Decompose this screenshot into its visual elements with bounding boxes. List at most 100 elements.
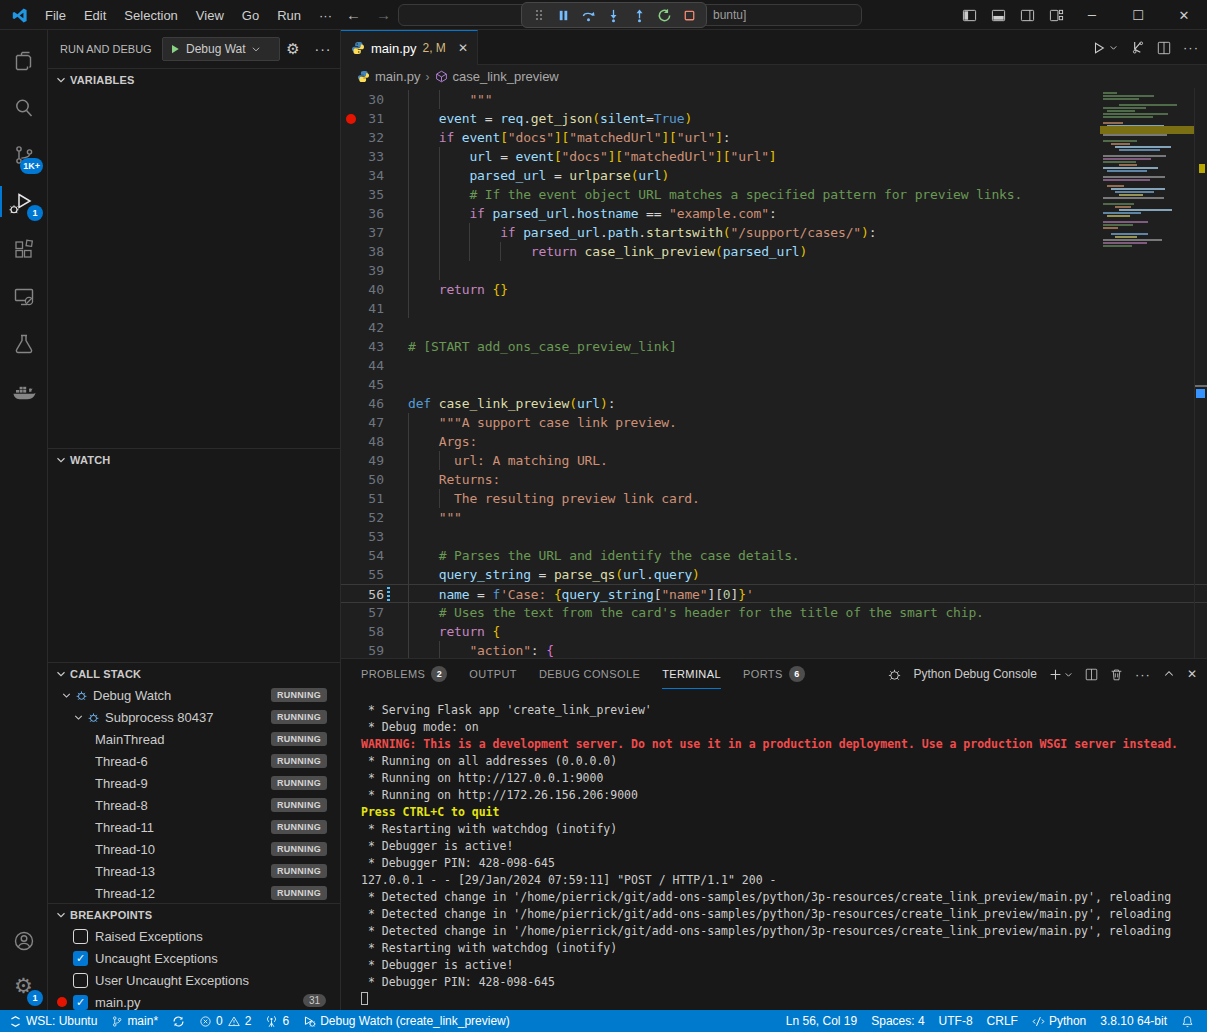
step-over-icon[interactable] [577, 4, 600, 26]
activity-settings-icon[interactable]: ⚙1 [0, 963, 47, 1010]
close-panel-icon[interactable]: ✕ [1187, 667, 1197, 681]
toggle-sidebar-icon[interactable] [962, 8, 977, 23]
breadcrumb-separator: › [426, 70, 430, 84]
menu-file[interactable]: File [36, 8, 75, 23]
callstack-row[interactable]: Thread-13RUNNING [48, 860, 340, 882]
breakpoint-row[interactable]: ✓Uncaught Exceptions [48, 947, 340, 969]
encoding[interactable]: UTF-8 [932, 1010, 980, 1032]
run-or-debug-icon[interactable] [1130, 40, 1145, 55]
step-out-icon[interactable] [628, 4, 651, 26]
terminal-line [361, 991, 1207, 1008]
eol[interactable]: CRLF [980, 1010, 1025, 1032]
menu-go[interactable]: Go [233, 8, 268, 23]
callstack-row[interactable]: Thread-6RUNNING [48, 750, 340, 772]
menu-selection[interactable]: Selection [115, 8, 186, 23]
activity-explorer-icon[interactable] [0, 37, 47, 84]
step-into-icon[interactable] [602, 4, 625, 26]
breakpoint-glyph[interactable] [346, 114, 356, 124]
panel-tab-problems[interactable]: PROBLEMS2 [361, 659, 447, 689]
minimize-button[interactable]: ─ [1069, 0, 1115, 30]
menu-edit[interactable]: Edit [75, 8, 115, 23]
close-button[interactable]: ✕ [1161, 0, 1207, 30]
pause-icon[interactable] [552, 4, 575, 26]
breakpoint-checkbox[interactable] [73, 929, 88, 944]
callstack-row[interactable]: MainThreadRUNNING [48, 728, 340, 750]
split-terminal-icon[interactable] [1085, 668, 1098, 681]
drag-grip-icon[interactable] [527, 4, 550, 26]
stop-icon[interactable] [678, 4, 701, 26]
callstack-row[interactable]: Debug WatchRUNNING [48, 684, 340, 706]
breakpoint-row[interactable]: User Uncaught Exceptions [48, 969, 340, 991]
callstack-row[interactable]: Subprocess 80437RUNNING [48, 706, 340, 728]
callstack-row[interactable]: Thread-12RUNNING [48, 882, 340, 904]
activity-remote-explorer-icon[interactable] [0, 273, 47, 320]
split-editor-icon[interactable] [1157, 41, 1171, 55]
notifications-bell[interactable] [1174, 1010, 1201, 1032]
breakpoint-row[interactable]: Raised Exceptions [48, 925, 340, 947]
python-interpreter[interactable]: 3.8.10 64-bit [1093, 1010, 1174, 1032]
tab-main-py[interactable]: main.py 2, M ✕ [341, 30, 478, 65]
callstack-row[interactable]: Thread-11RUNNING [48, 816, 340, 838]
menu-run[interactable]: Run [268, 8, 310, 23]
breakpoints-header[interactable]: BREAKPOINTS [48, 903, 340, 925]
debug-status[interactable]: Debug Watch (create_link_preview) [296, 1010, 517, 1032]
panel-tab-output[interactable]: OUTPUT [469, 659, 517, 689]
activity-accounts-icon[interactable] [0, 917, 47, 964]
forwarded-ports[interactable]: 6 [258, 1010, 296, 1032]
breakpoint-checkbox[interactable] [73, 973, 88, 988]
variables-title: VARIABLES [70, 74, 135, 86]
terminal-output[interactable]: * Serving Flask app 'create_link_preview… [341, 689, 1207, 1011]
callstack-row[interactable]: Thread-9RUNNING [48, 772, 340, 794]
remote-indicator[interactable]: WSL: Ubuntu [2, 1010, 104, 1032]
variables-header[interactable]: VARIABLES [48, 68, 340, 90]
panel-tab-ports[interactable]: PORTS6 [743, 659, 805, 689]
launch-config-dropdown[interactable]: Debug Wat [162, 37, 280, 61]
activity-search-icon[interactable] [0, 84, 47, 131]
maximize-panel-icon[interactable] [1163, 668, 1175, 680]
tab-close-icon[interactable]: ✕ [458, 41, 468, 55]
minimap[interactable] [1100, 88, 1194, 658]
breakpoint-checkbox[interactable]: ✓ [73, 951, 88, 966]
menu-view[interactable]: View [187, 8, 233, 23]
callstack-label: Debug Watch [93, 688, 171, 703]
sync-button[interactable] [165, 1010, 192, 1032]
toggle-secondary-sidebar-icon[interactable] [1020, 8, 1035, 23]
back-arrow-icon[interactable]: ← [346, 6, 361, 23]
bottom-panel: PROBLEMS2 OUTPUT DEBUG CONSOLE TERMINAL PORT… [341, 658, 1207, 1010]
activity-source-control-icon[interactable]: 1K+ [0, 131, 47, 178]
panel-tab-terminal[interactable]: TERMINAL [662, 659, 721, 689]
panel-tab-debug-console[interactable]: DEBUG CONSOLE [539, 659, 640, 689]
callstack-row[interactable]: Thread-8RUNNING [48, 794, 340, 816]
activity-docker-icon[interactable] [0, 368, 47, 415]
language-mode[interactable]: Python [1025, 1010, 1093, 1032]
run-python-file-icon[interactable] [1092, 41, 1118, 55]
toggle-panel-icon[interactable] [991, 8, 1006, 23]
breadcrumb-symbol[interactable]: case_link_preview [453, 69, 559, 84]
activity-testing-icon[interactable] [0, 320, 47, 367]
maximize-button[interactable]: ☐ [1115, 0, 1161, 30]
cursor-position[interactable]: Ln 56, Col 19 [779, 1010, 864, 1032]
debug-settings-gear-icon[interactable]: ⚙ [280, 36, 306, 62]
git-branch[interactable]: main* [104, 1010, 165, 1032]
activity-extensions-icon[interactable] [0, 226, 47, 273]
activity-run-and-debug-icon[interactable]: 1 [0, 178, 47, 225]
problems-status[interactable]: 0 2 [192, 1010, 258, 1032]
customize-layout-icon[interactable] [1049, 8, 1064, 23]
editor-more-actions-icon[interactable]: ··· [1183, 40, 1199, 55]
menu-more[interactable]: ··· [310, 8, 341, 23]
callstack-row[interactable]: Thread-10RUNNING [48, 838, 340, 860]
callstack-header[interactable]: CALL STACK [48, 662, 340, 684]
breakpoint-checkbox[interactable]: ✓ [73, 995, 88, 1010]
watch-header[interactable]: WATCH [48, 448, 340, 470]
panel-more-actions-icon[interactable]: ··· [1135, 667, 1151, 682]
new-terminal-icon[interactable] [1049, 668, 1073, 681]
line-number: 41 [341, 299, 384, 318]
restart-icon[interactable] [653, 4, 676, 26]
terminal-line: Press CTRL+C to quit [361, 804, 1207, 821]
code-editor[interactable]: 30 """31 event = req.get_json(silent=Tru… [341, 88, 1207, 658]
sidebar-more-actions-icon[interactable]: ··· [310, 36, 336, 62]
forward-arrow-icon[interactable]: → [376, 6, 391, 23]
kill-terminal-icon[interactable] [1110, 668, 1123, 681]
indentation[interactable]: Spaces: 4 [864, 1010, 931, 1032]
breadcrumb-file[interactable]: main.py [375, 69, 421, 84]
